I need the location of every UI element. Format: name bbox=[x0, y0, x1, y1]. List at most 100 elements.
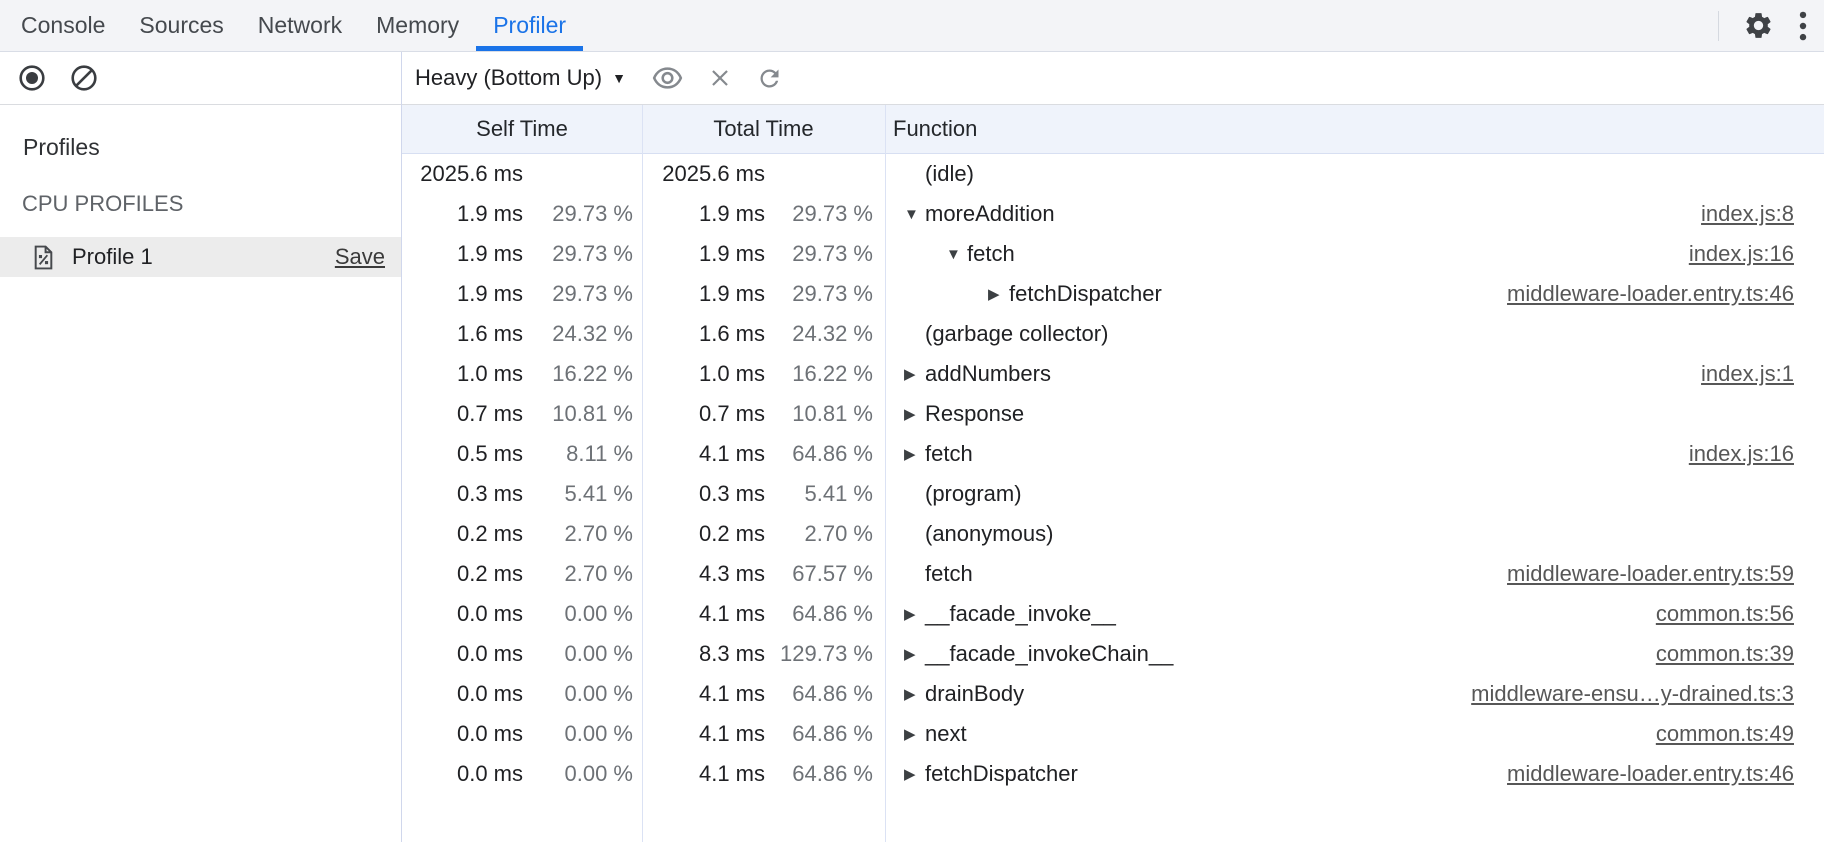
function-name[interactable]: Response bbox=[925, 401, 1024, 427]
function-name[interactable]: fetch bbox=[967, 241, 1015, 267]
chevron-down-icon: ▼ bbox=[612, 70, 626, 86]
function-name[interactable]: __facade_invoke__ bbox=[925, 601, 1116, 627]
tab-memory[interactable]: Memory bbox=[359, 0, 476, 51]
disclosure-triangle-icon[interactable]: ▼ bbox=[946, 246, 967, 263]
total-time-ms: 1.9 ms bbox=[642, 281, 765, 307]
view-mode-dropdown[interactable]: Heavy (Bottom Up) ▼ bbox=[415, 65, 626, 91]
total-time-ms: 0.3 ms bbox=[642, 481, 765, 507]
settings-gear-icon[interactable] bbox=[1743, 10, 1774, 41]
self-time-ms: 0.0 ms bbox=[402, 681, 523, 707]
self-time-pct: 16.22 % bbox=[523, 361, 633, 387]
total-time-ms: 4.3 ms bbox=[642, 561, 765, 587]
self-time-ms: 1.6 ms bbox=[402, 321, 523, 347]
function-name[interactable]: moreAddition bbox=[925, 201, 1055, 227]
table-row[interactable]: 2025.6 ms 2025.6 ms (idle) bbox=[402, 154, 1824, 194]
total-time-ms: 4.1 ms bbox=[642, 681, 765, 707]
table-row[interactable]: 0.7 ms 10.81 % 0.7 ms 10.81 % ▶ Response bbox=[402, 394, 1824, 434]
table-row[interactable]: 0.2 ms 2.70 % 4.3 ms 67.57 % fetch middl… bbox=[402, 554, 1824, 594]
source-location-link[interactable]: index.js:8 bbox=[1701, 201, 1794, 227]
source-location-link[interactable]: index.js:1 bbox=[1701, 361, 1794, 387]
source-location-link[interactable]: common.ts:39 bbox=[1656, 641, 1794, 667]
tab-profiler[interactable]: Profiler bbox=[476, 0, 583, 51]
table-row[interactable]: 1.9 ms 29.73 % 1.9 ms 29.73 % ▶ fetchDis… bbox=[402, 274, 1824, 314]
function-name[interactable]: (anonymous) bbox=[925, 521, 1053, 547]
total-time-pct: 2.70 % bbox=[765, 521, 873, 547]
source-location-link[interactable]: index.js:16 bbox=[1689, 241, 1794, 267]
function-name[interactable]: fetchDispatcher bbox=[1009, 281, 1162, 307]
total-time-pct: 29.73 % bbox=[765, 281, 873, 307]
profile-document-icon bbox=[33, 245, 54, 270]
cpu-profiles-section-heading: CPU PROFILES bbox=[0, 190, 401, 218]
disclosure-triangle-icon[interactable]: ▶ bbox=[904, 685, 925, 703]
source-location-link[interactable]: common.ts:56 bbox=[1656, 601, 1794, 627]
profile-list-item-selected[interactable]: Profile 1 Save bbox=[0, 237, 401, 277]
table-row[interactable]: 1.0 ms 16.22 % 1.0 ms 16.22 % ▶ addNumbe… bbox=[402, 354, 1824, 394]
clear-icon[interactable] bbox=[69, 63, 99, 93]
disclosure-triangle-icon[interactable]: ▼ bbox=[904, 206, 925, 223]
column-header-total-time[interactable]: Total Time bbox=[642, 105, 885, 153]
disclosure-triangle-icon[interactable]: ▶ bbox=[904, 765, 925, 783]
focus-eye-icon[interactable] bbox=[651, 66, 684, 90]
table-row[interactable]: 0.0 ms 0.00 % 4.1 ms 64.86 % ▶ drainBody… bbox=[402, 674, 1824, 714]
disclosure-triangle-icon[interactable]: ▶ bbox=[904, 405, 925, 423]
total-time-pct: 5.41 % bbox=[765, 481, 873, 507]
source-location-link[interactable]: middleware-loader.entry.ts:46 bbox=[1507, 281, 1794, 307]
profiler-grid-panel: Heavy (Bottom Up) ▼ bbox=[402, 52, 1824, 842]
total-time-cell: 1.0 ms 16.22 % bbox=[642, 354, 885, 394]
record-icon[interactable] bbox=[17, 63, 47, 93]
total-time-cell: 4.3 ms 67.57 % bbox=[642, 554, 885, 594]
function-name[interactable]: next bbox=[925, 721, 967, 747]
function-name[interactable]: fetch bbox=[925, 561, 973, 587]
save-profile-link[interactable]: Save bbox=[335, 244, 385, 270]
exclude-x-icon[interactable] bbox=[707, 65, 733, 91]
disclosure-triangle-icon[interactable]: ▶ bbox=[904, 365, 925, 383]
self-time-cell: 1.9 ms 29.73 % bbox=[402, 194, 642, 234]
function-cell: (anonymous) bbox=[885, 521, 1824, 547]
column-header-function[interactable]: Function bbox=[885, 105, 1824, 153]
source-location-link[interactable]: middleware-ensu…y-drained.ts:3 bbox=[1471, 681, 1794, 707]
table-row[interactable]: 1.9 ms 29.73 % 1.9 ms 29.73 % ▼ fetch in… bbox=[402, 234, 1824, 274]
table-row[interactable]: 0.0 ms 0.00 % 4.1 ms 64.86 % ▶ fetchDisp… bbox=[402, 754, 1824, 794]
kebab-menu-icon[interactable] bbox=[1798, 10, 1808, 42]
total-time-pct: 16.22 % bbox=[765, 361, 873, 387]
table-row[interactable]: 0.5 ms 8.11 % 4.1 ms 64.86 % ▶ fetch ind… bbox=[402, 434, 1824, 474]
table-row[interactable]: 0.0 ms 0.00 % 4.1 ms 64.86 % ▶ next comm… bbox=[402, 714, 1824, 754]
source-location-link[interactable]: index.js:16 bbox=[1689, 441, 1794, 467]
disclosure-triangle-icon[interactable]: ▶ bbox=[904, 645, 925, 663]
self-time-ms: 0.7 ms bbox=[402, 401, 523, 427]
function-name[interactable]: fetchDispatcher bbox=[925, 761, 1078, 787]
table-row[interactable]: 0.0 ms 0.00 % 8.3 ms 129.73 % ▶ __facade… bbox=[402, 634, 1824, 674]
table-row[interactable]: 1.9 ms 29.73 % 1.9 ms 29.73 % ▼ moreAddi… bbox=[402, 194, 1824, 234]
disclosure-triangle-icon[interactable]: ▶ bbox=[904, 605, 925, 623]
source-location-link[interactable]: common.ts:49 bbox=[1656, 721, 1794, 747]
function-name[interactable]: (idle) bbox=[925, 161, 974, 187]
tab-sources[interactable]: Sources bbox=[122, 0, 240, 51]
self-time-pct: 0.00 % bbox=[523, 601, 633, 627]
source-location-link[interactable]: middleware-loader.entry.ts:59 bbox=[1507, 561, 1794, 587]
function-name[interactable]: fetch bbox=[925, 441, 973, 467]
disclosure-triangle-icon[interactable]: ▶ bbox=[904, 445, 925, 463]
disclosure-triangle-icon[interactable]: ▶ bbox=[904, 725, 925, 743]
table-row[interactable]: 0.3 ms 5.41 % 0.3 ms 5.41 % (program) bbox=[402, 474, 1824, 514]
restore-refresh-icon[interactable] bbox=[756, 65, 783, 92]
function-name[interactable]: (program) bbox=[925, 481, 1022, 507]
function-name[interactable]: addNumbers bbox=[925, 361, 1051, 387]
self-time-pct: 29.73 % bbox=[523, 201, 633, 227]
source-location-link[interactable]: middleware-loader.entry.ts:46 bbox=[1507, 761, 1794, 787]
table-row[interactable]: 0.2 ms 2.70 % 0.2 ms 2.70 % (anonymous) bbox=[402, 514, 1824, 554]
table-row[interactable]: 0.0 ms 0.00 % 4.1 ms 64.86 % ▶ __facade_… bbox=[402, 594, 1824, 634]
self-time-cell: 1.0 ms 16.22 % bbox=[402, 354, 642, 394]
column-header-self-time[interactable]: Self Time bbox=[402, 105, 642, 153]
self-time-ms: 1.9 ms bbox=[402, 201, 523, 227]
function-name[interactable]: drainBody bbox=[925, 681, 1024, 707]
function-cell: ▶ next common.ts:49 bbox=[885, 721, 1824, 747]
table-row[interactable]: 1.6 ms 24.32 % 1.6 ms 24.32 % (garbage c… bbox=[402, 314, 1824, 354]
function-name[interactable]: __facade_invokeChain__ bbox=[925, 641, 1173, 667]
self-time-cell: 0.2 ms 2.70 % bbox=[402, 554, 642, 594]
function-name[interactable]: (garbage collector) bbox=[925, 321, 1108, 347]
grid-toolbar: Heavy (Bottom Up) ▼ bbox=[402, 52, 1824, 105]
disclosure-triangle-icon[interactable]: ▶ bbox=[988, 285, 1009, 303]
self-time-pct: 24.32 % bbox=[523, 321, 633, 347]
tab-console[interactable]: Console bbox=[4, 0, 122, 51]
tab-network[interactable]: Network bbox=[241, 0, 359, 51]
